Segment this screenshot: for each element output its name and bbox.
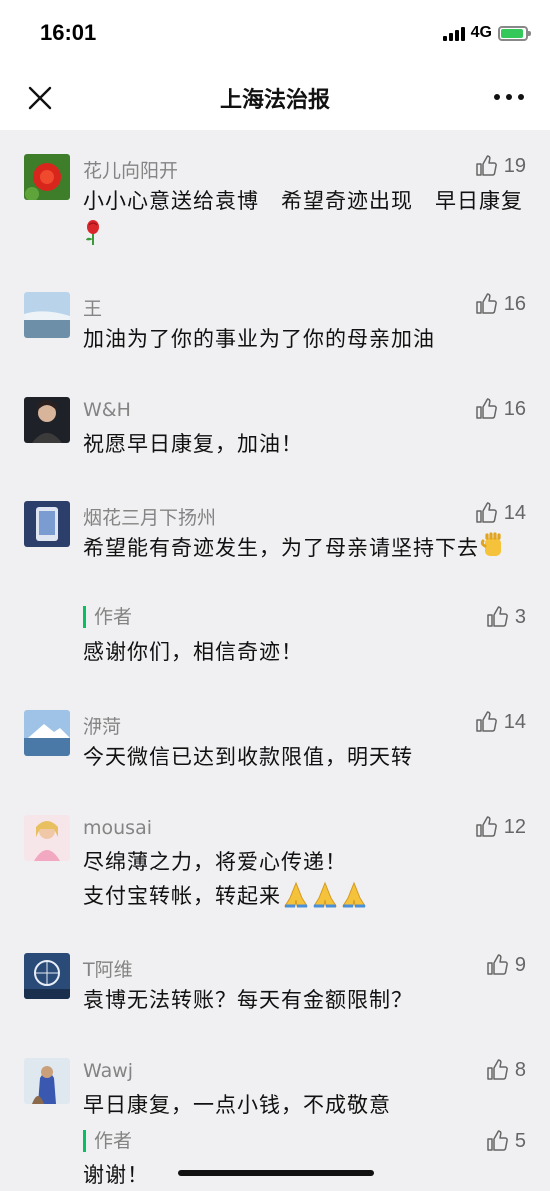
thumbs-up-icon [476,155,497,176]
like-button[interactable]: 9 [485,953,526,977]
signal-icon [442,25,465,41]
avatar[interactable] [24,710,70,756]
like-count: 16 [503,397,526,420]
more-icon[interactable] [494,92,524,102]
rose-icon [86,220,99,245]
comment-nick: Wawj [83,1060,134,1082]
comment-nick: W&H [83,399,131,421]
folded-hands-icon [313,881,337,908]
thumbs-up-icon [476,816,497,837]
avatar[interactable] [24,815,70,861]
like-button[interactable]: 19 [474,154,526,178]
avatar[interactable] [24,501,70,547]
folded-hands-icon [284,881,308,908]
reply-like-button[interactable]: 5 [485,1129,526,1153]
page-title: 上海法治报 [219,88,330,113]
like-button[interactable]: 14 [474,710,526,734]
raised-fist-icon [480,532,501,556]
comment-text-line2: 支付宝转帐，转起来 [83,879,523,913]
author-reply-label: 作者 [83,1130,132,1152]
like-count: 12 [503,815,526,838]
like-count: 16 [503,292,526,315]
like-count: 14 [503,501,526,524]
status-bar: 16:01 4G [0,0,550,66]
folded-hands-icon [342,881,366,908]
thumbs-up-icon [476,711,497,732]
comment-list: 花儿向阳开 19 小小心意送给袁博 希望奇迹出现 早日康复 王 16 加油为了你… [0,130,550,1191]
comment-nick: mousai [83,817,152,839]
comment-text: 早日康复，一点小钱，不成敬意 [83,1093,391,1117]
network-label: 4G [470,24,492,41]
comment-nick: 王 [83,298,103,320]
comment-text: 加油为了你的事业为了你的母亲加油 [83,327,435,351]
like-button[interactable]: 12 [474,815,526,839]
like-count: 5 [514,1129,526,1152]
avatar[interactable] [24,953,70,999]
comment-text-line1: 尽绵薄之力，将爱心传递！ [83,850,347,874]
avatar[interactable] [24,154,70,200]
avatar[interactable] [24,292,70,338]
thumbs-up-icon [487,1130,508,1151]
author-reply-text: 感谢你们，相信奇迹！ [83,640,303,664]
home-indicator[interactable] [178,1170,374,1176]
comment-nick: 花儿向阳开 [83,160,179,182]
like-button[interactable]: 14 [474,501,526,525]
nav-bar: 上海法治报 [0,66,550,130]
like-count: 14 [503,710,526,733]
like-count: 8 [514,1058,526,1081]
thumbs-up-icon [487,606,508,627]
like-button[interactable]: 16 [474,397,526,421]
comment-text: 今天微信已达到收款限值，明天转 [83,745,413,769]
author-reply-label: 作者 [83,606,132,628]
like-count: 3 [514,605,526,628]
like-count: 9 [514,953,526,976]
thumbs-up-icon [487,954,508,975]
like-count: 19 [503,154,526,177]
thumbs-up-icon [476,502,497,523]
comment-text: 袁博无法转账？每天有金额限制？ [83,988,413,1012]
like-button[interactable]: 16 [474,292,526,316]
status-indicators: 4G [442,22,531,44]
battery-icon [498,25,531,41]
comment-nick: 烟花三月下扬州 [83,507,217,529]
reply-like-button[interactable]: 3 [485,605,526,629]
thumbs-up-icon [476,293,497,314]
status-time: 16:01 [40,20,97,45]
avatar[interactable] [24,1058,70,1104]
like-button[interactable]: 8 [485,1058,526,1082]
comment-nick: T阿维 [83,959,133,981]
comment-text: 希望能有奇迹发生，为了母亲请坚持下去 [83,531,523,565]
comment-text: 小小心意送给袁博 希望奇迹出现 早日康复 [83,184,523,252]
thumbs-up-icon [487,1059,508,1080]
comment-text: 祝愿早日康复，加油！ [83,432,303,456]
comment-nick: 洢菏 [83,716,122,738]
thumbs-up-icon [476,398,497,419]
avatar[interactable] [24,397,70,443]
